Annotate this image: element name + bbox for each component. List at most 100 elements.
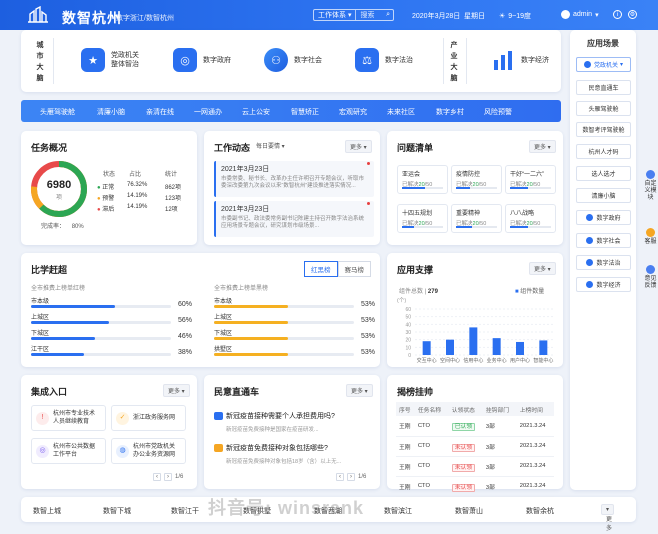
issue-item[interactable]: 亚运会 已解决20/50 [397,165,448,194]
module-law[interactable]: ⚖ 数字法治 [355,48,413,72]
count: 862项 [165,185,182,191]
task-unit: 项 [55,195,62,201]
integration-item[interactable]: ! 杭州市专业技术 人员继续教育 [31,405,106,431]
table-row[interactable]: 王刚 CTO 未认领 3部 2021.3.24 [396,476,554,497]
more-button[interactable]: 更多 ▾ [163,384,190,397]
table-row[interactable]: 王刚 CTO 未认领 3部 2021.3.24 [396,456,554,477]
district-link[interactable]: 数智上城 [33,506,61,516]
float-custom[interactable]: 自定义模块 [643,170,658,202]
more-button[interactable]: 更多 ▾ [601,504,615,532]
nav-item[interactable]: 云上公安 [242,107,270,117]
count: 123项 [165,196,182,202]
sidebar-item[interactable]: 数字法治 [576,255,631,270]
integration-item[interactable]: ◎ 杭州市公共数据 工作平台 [31,438,106,464]
prev-page-button[interactable]: ‹ [336,473,344,481]
gov-icon: ◎ [173,48,197,72]
nav-item[interactable]: 数字乡村 [436,107,464,117]
table-row[interactable]: 王刚 CTO 已认领 3部 2021.3.24 [396,416,554,437]
search-box[interactable]: 工作体系 ▾ 搜索 ⌕ [313,9,394,21]
tab-red-black[interactable]: 红黑榜 [304,261,338,277]
sidebar-item[interactable]: 杭州人才码 [576,144,631,159]
district-link[interactable]: 数智余杭 [526,506,554,516]
y-tick-label: 10 [405,345,411,351]
news-item[interactable]: 2021年3月23日 市委常委、秘书长、改革办主任许明召开专题会议，听取市委深改… [214,161,374,197]
opinion-item[interactable]: 新冠疫苗免费接种对象包括哪些? 新冠疫苗免费接种对象包括18岁（含）以上无... [214,443,374,465]
rank-fill [31,353,85,356]
integration-item[interactable]: ◍ 杭州市党政机关 办公业务资源网 [111,438,186,464]
sidebar-item[interactable]: 党政机关 ▾ [576,57,631,72]
float-feedback[interactable]: 意见反馈 [643,265,658,290]
district-link[interactable]: 数智萧山 [455,506,483,516]
nav-item[interactable]: 智慧矫正 [291,107,319,117]
y-tick-label: 20 [405,338,411,344]
sidebar-item[interactable]: 数智考评驾驶舱 [576,122,631,137]
more-button[interactable]: 更多 ▾ [529,262,556,275]
module-economy[interactable]: 数字经济 [491,48,549,72]
cell: CTO [414,436,449,457]
leaderboard-table: 序号 任务名称 认领状态 挂钩部门 上榜时间 王刚 CTO 已认领 3部 2021.3.… [396,402,554,497]
rank-name: 市本级 [214,299,233,305]
info-icon[interactable]: i [613,10,622,19]
item-date: 2021年3月23日 [221,166,270,173]
nav-item[interactable]: 未来社区 [387,107,415,117]
row-warning: ● 预警 [97,196,115,202]
more-button[interactable]: 更多 ▾ [529,140,556,153]
nav-item[interactable]: 宏观研究 [339,107,367,117]
scene-dot-icon [586,259,594,266]
search-input[interactable]: 搜索 [356,10,386,20]
issue-item[interactable]: 重要精神 已解决20/50 [451,204,502,233]
scene-dot-icon [586,237,594,244]
nav-item[interactable]: 清廉小脑 [97,107,125,117]
tab-horse-race[interactable]: 赛马榜 [337,261,371,277]
bar [492,338,501,355]
nav-item[interactable]: 亲清在线 [146,107,174,117]
district-link[interactable]: 数智滨江 [384,506,412,516]
sidebar-item[interactable]: 头雁驾驶舱 [576,101,631,116]
sidebar-item[interactable]: 数字经济 [576,277,631,292]
module-society[interactable]: ⚇ 数字社会 [264,48,322,72]
issue-item[interactable]: 十四五规划 已解决20/50 [397,204,448,233]
issue-item[interactable]: 八八战略 已解决20/50 [505,204,556,233]
y-tick-label: 60 [405,307,411,313]
more-button[interactable]: 更多 ▾ [346,384,373,397]
brand-subtitle: 数字浙江/数智杭州 [116,15,174,22]
integration-item[interactable]: ✓ 浙江政务服务网 [111,405,186,431]
nav-item[interactable]: 一网通办 [194,107,222,117]
sidebar-item[interactable]: 民意直通车 [576,80,631,95]
table-row[interactable]: 王刚 CTO 未认领 3部 2021.3.24 [396,436,554,457]
globe-icon: ◍ [116,444,129,458]
settings-icon[interactable]: ⚙ [628,10,637,19]
district-link[interactable]: 数智江干 [171,506,199,516]
district-link[interactable]: 数智下城 [103,506,131,516]
issue-item[interactable]: 干好“一二六” 已解决20/50 [505,165,556,194]
search-icon[interactable]: ⌕ [386,11,393,19]
next-page-button[interactable]: › [164,473,172,481]
sidebar-item[interactable]: 清廉小脑 [576,188,631,203]
prev-page-button[interactable]: ‹ [153,473,161,481]
rank-row: 江干区 38% [31,344,192,356]
watermark: 抖音号: winsrank [208,498,365,518]
x-tick-label: 业务中心 [487,357,507,363]
float-service[interactable]: 客服 [643,228,658,246]
search-scope-select[interactable]: 工作体系 ▾ [314,10,357,20]
rank-row: 上城区 53% [214,312,375,324]
news-item[interactable]: 2021年3月23日 市委副书记、政法委常务副书记陈建主持召开数字法治系统应用场… [214,201,374,237]
sidebar-item[interactable]: 选人选才 [576,166,631,181]
rank-pct: 53% [361,317,376,324]
sidebar-item[interactable]: 数字政府 [576,210,631,225]
nav-item[interactable]: 风险预警 [484,107,512,117]
issue-item[interactable]: 疫情防控 已解决20/50 [451,165,502,194]
next-page-button[interactable]: › [347,473,355,481]
opinion-item[interactable]: 新冠疫苗接种需要个人承担费用吗? 新冠疫苗免费接种是国家在疫苗研发... [214,411,374,433]
module-party[interactable]: ★ 党政机关 整体智治 [81,48,139,72]
filter-select[interactable]: 每日要情 ▾ [252,140,289,151]
more-button[interactable]: 更多 ▾ [345,140,372,153]
unread-dot [367,202,370,205]
module-gov[interactable]: ◎ 数字政府 [173,48,231,72]
sidebar-item[interactable]: 数字社会 [576,233,631,248]
completion-rate: 完成率： 80% [41,224,84,230]
warning-icon: ! [36,411,49,425]
nav-item[interactable]: 头雁驾驶舱 [40,107,75,117]
scene-dot-icon [586,214,594,221]
user-menu[interactable]: admin ▾ [561,10,599,19]
